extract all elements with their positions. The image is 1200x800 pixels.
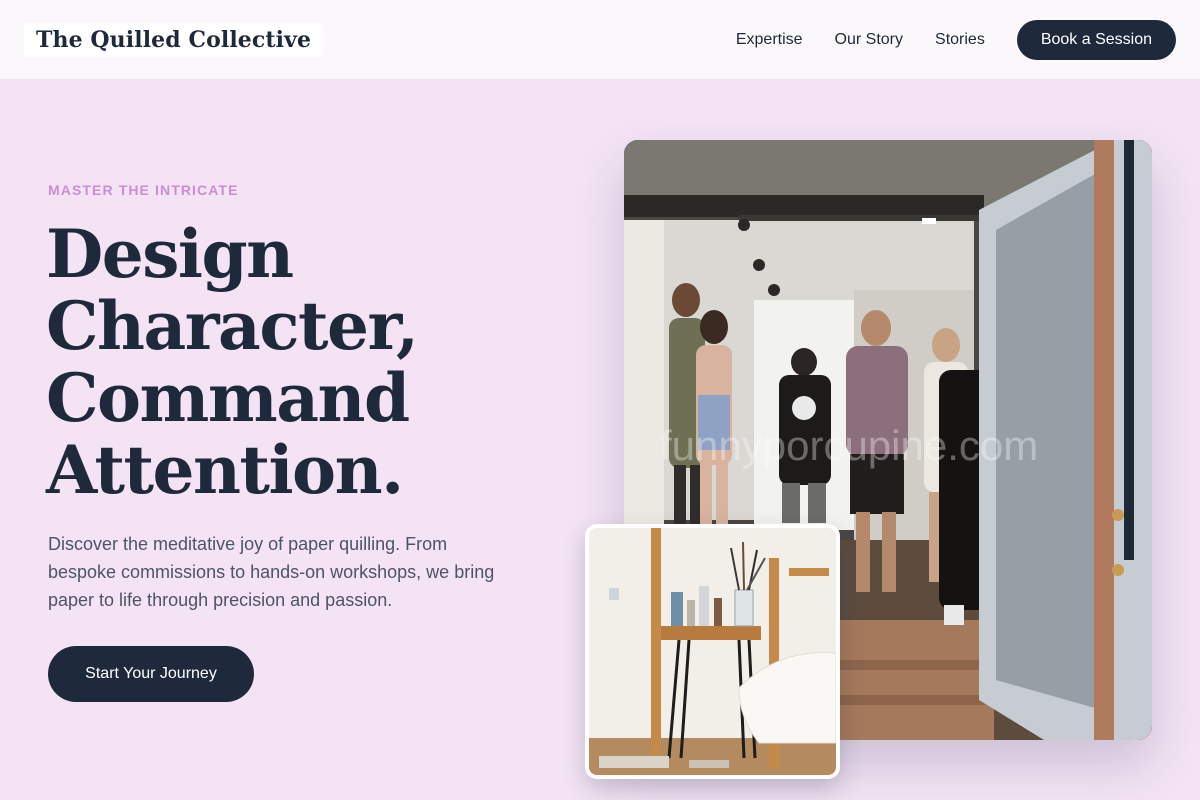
headline-line-1: Design bbox=[46, 215, 294, 293]
hero-eyebrow: MASTER THE INTRICATE bbox=[48, 182, 239, 198]
studio-photo bbox=[585, 524, 840, 779]
nav-link-stories[interactable]: Stories bbox=[935, 31, 985, 49]
start-journey-button[interactable]: Start Your Journey bbox=[48, 646, 254, 702]
nav-link-expertise[interactable]: Expertise bbox=[736, 31, 803, 49]
hero-description: Discover the meditative joy of paper qui… bbox=[48, 534, 495, 610]
image-watermark: funnyporcupine.com bbox=[660, 422, 1038, 469]
site-logo[interactable]: The Quilled Collective bbox=[24, 22, 324, 57]
hero-headline: Design Character, Command Attention. bbox=[46, 218, 566, 506]
headline-line-4: Attention. bbox=[46, 431, 404, 509]
site-header: The Quilled Collective Expertise Our Sto… bbox=[0, 0, 1200, 80]
headline-line-2: Character, bbox=[46, 287, 419, 365]
nav-link-our-story[interactable]: Our Story bbox=[835, 31, 903, 49]
book-session-button[interactable]: Book a Session bbox=[1016, 19, 1176, 60]
studio-scene bbox=[589, 528, 836, 775]
main-nav: Expertise Our Story Stories Book a Sessi… bbox=[736, 19, 1176, 60]
headline-line-3: Command bbox=[46, 359, 410, 437]
